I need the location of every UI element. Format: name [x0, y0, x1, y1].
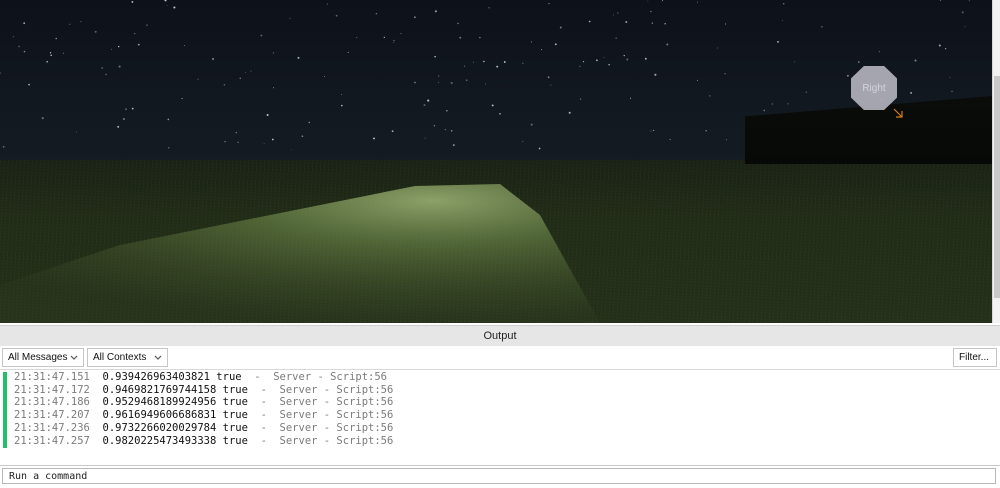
- log-line: 21:31:47.236 0.9732266020029784 true - S…: [14, 422, 393, 435]
- log-source: - Server - Script:56: [260, 396, 394, 409]
- scrollbar-thumb[interactable]: [994, 76, 1000, 298]
- log-line: 21:31:47.257 0.9820225473493338 true - S…: [14, 435, 393, 448]
- chevron-down-icon: [70, 355, 78, 360]
- log-message: 0.9616949606686831 true: [102, 409, 248, 422]
- log-source: - Server - Script:56: [254, 371, 388, 383]
- game-viewport[interactable]: Right: [0, 0, 992, 323]
- command-input[interactable]: [2, 468, 996, 484]
- log-timestamp: 21:31:47.257: [14, 434, 90, 447]
- output-log[interactable]: 21:31:47.151 0.939426963403821 true - Se…: [0, 369, 1000, 466]
- log-line: 21:31:47.186 0.9529468189924956 true - S…: [14, 396, 393, 409]
- log-timestamp: 21:31:47.236: [14, 421, 90, 434]
- log-line: 21:31:47.172 0.9469821769744158 true - S…: [14, 384, 393, 397]
- filter-input[interactable]: Filter...: [953, 348, 997, 367]
- output-panel: Output All Messages All Contexts Filter.…: [0, 323, 1000, 488]
- log-status-marker: [3, 372, 7, 448]
- marker-pointer-icon: [893, 108, 903, 118]
- log-message: 0.9469821769744158 true: [102, 383, 248, 396]
- log-message: 0.9529468189924956 true: [102, 396, 248, 409]
- log-source: - Server - Script:56: [260, 409, 394, 422]
- log-line: 21:31:47.151 0.939426963403821 true - Se…: [14, 371, 393, 384]
- log-source: - Server - Script:56: [260, 421, 394, 434]
- contexts-filter-dropdown[interactable]: All Contexts: [87, 348, 168, 367]
- right-marker-label: Right: [862, 82, 886, 94]
- contexts-filter-value: All Contexts: [93, 352, 147, 363]
- messages-filter-dropdown[interactable]: All Messages: [2, 348, 84, 367]
- log-message: 0.9732266020029784 true: [102, 421, 248, 434]
- log-timestamp: 21:31:47.151: [14, 371, 90, 383]
- output-header: Output: [0, 325, 1000, 347]
- output-filter-bar: All Messages All Contexts Filter...: [0, 346, 1000, 368]
- messages-filter-value: All Messages: [8, 352, 68, 363]
- log-timestamp: 21:31:47.207: [14, 409, 90, 422]
- log-timestamp: 21:31:47.186: [14, 396, 90, 409]
- right-marker: Right: [851, 66, 897, 110]
- filter-label: Filter...: [959, 352, 990, 363]
- log-message: 0.939426963403821 true: [102, 371, 242, 383]
- log-lines: 21:31:47.151 0.939426963403821 true - Se…: [14, 371, 393, 447]
- chevron-down-icon: [154, 355, 162, 360]
- log-timestamp: 21:31:47.172: [14, 383, 90, 396]
- log-source: - Server - Script:56: [260, 383, 394, 396]
- log-line: 21:31:47.207 0.9616949606686831 true - S…: [14, 409, 393, 422]
- log-source: - Server - Script:56: [260, 434, 394, 447]
- command-bar: [0, 465, 1000, 487]
- log-message: 0.9820225473493338 true: [102, 434, 248, 447]
- output-title: Output: [483, 330, 517, 342]
- viewport-scrollbar[interactable]: [992, 0, 1000, 323]
